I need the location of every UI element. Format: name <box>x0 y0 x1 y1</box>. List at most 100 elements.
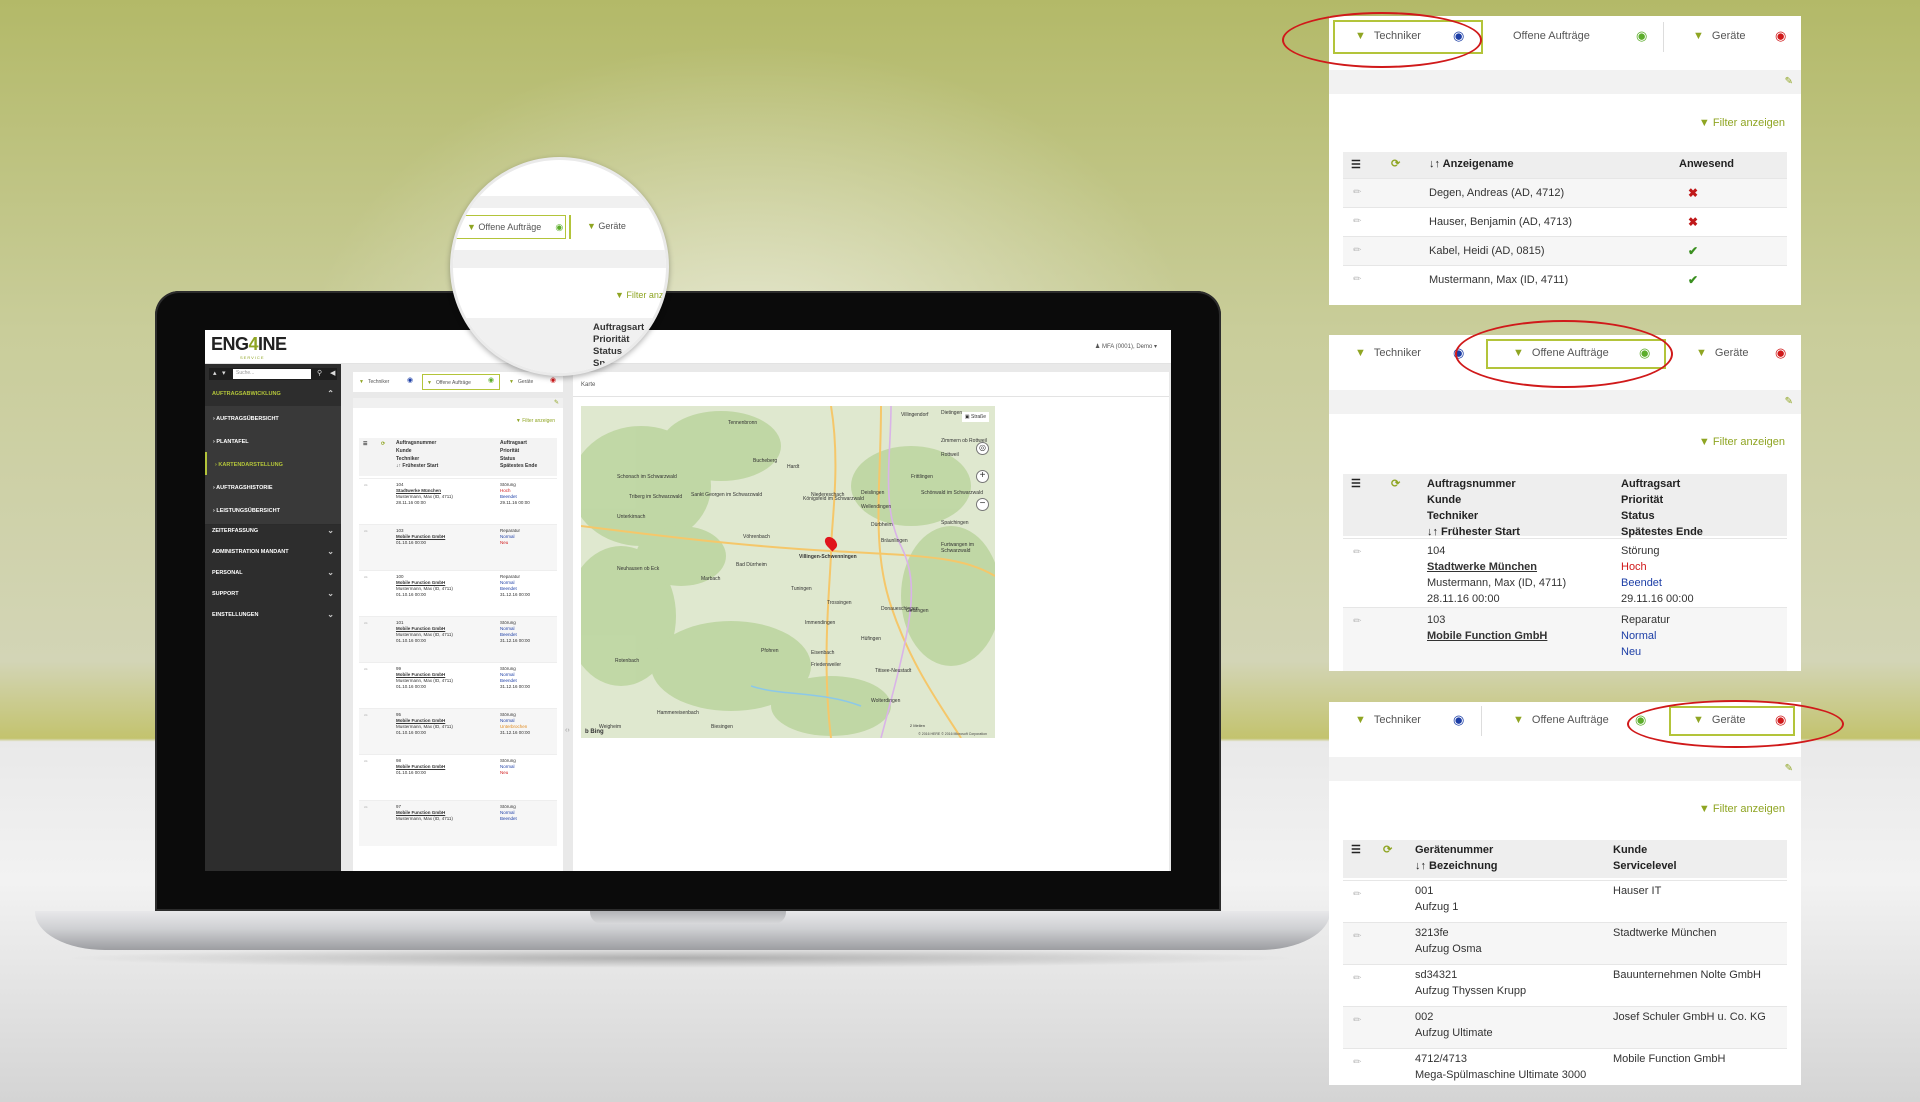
pin-icon[interactable]: ✏ <box>364 759 368 765</box>
zoom-out-icon[interactable]: − <box>976 498 989 511</box>
pin-icon[interactable]: ✎ <box>1785 396 1793 407</box>
user-menu[interactable]: ♟ MFA (0001), Demo ▾ <box>1095 343 1157 350</box>
resize-handle-icon[interactable]: ‹› <box>565 727 570 734</box>
pin-icon[interactable]: ✏ <box>1353 1055 1361 1071</box>
filter-toggle[interactable]: ▼ Filter anzeigen <box>516 418 555 424</box>
pin-icon[interactable]: ✏ <box>364 621 368 627</box>
map-place-label: Niedereschach <box>811 492 845 498</box>
customer-link[interactable]: Mobile Function GmbH <box>1427 628 1547 644</box>
pin-icon[interactable]: ✏ <box>1353 274 1361 285</box>
column-group-left[interactable]: Gerätenummer ↓↑ Bezeichnung <box>1415 842 1498 874</box>
refresh-icon[interactable]: ⟳ <box>1391 476 1400 492</box>
pin-icon[interactable]: ✏ <box>364 805 368 811</box>
magnifier-bar <box>453 250 666 268</box>
list-icon[interactable]: ☰ <box>1351 158 1361 171</box>
sidebar-item-einstellungen[interactable]: Einstellungen ⌄ <box>205 603 341 628</box>
table-row[interactable]: ✏ 103 Mobile Function GmbH 01.10.16 00:00 Re… <box>359 524 557 570</box>
col-header-present[interactable]: Anwesend <box>1679 158 1734 170</box>
table-row[interactable]: ✏ 99 Mobile Function GmbH Mustermann, Max (… <box>359 662 557 708</box>
pin-icon[interactable]: ✏ <box>1353 216 1361 227</box>
table-row[interactable]: ✏ Degen, Andreas (AD, 4712) ✖ <box>1343 178 1787 207</box>
pin-icon[interactable]: ✏ <box>1353 887 1361 903</box>
col-header: ↓↑ Bezeichnung <box>1415 860 1498 872</box>
pin-icon[interactable]: ✏ <box>1353 187 1361 198</box>
col-header: Spätestes Ende <box>500 463 538 470</box>
list-icon[interactable]: ☰ <box>1351 842 1361 858</box>
eye-icon[interactable]: ◉ <box>1453 712 1464 728</box>
pin-icon[interactable]: ✏ <box>1353 929 1361 945</box>
filter-toggle[interactable]: ▼ Filter anzeigen <box>1699 117 1785 129</box>
pin-icon[interactable]: ✎ <box>554 399 559 406</box>
bing-logo: b Bing <box>585 729 604 735</box>
pin-icon[interactable]: ✏ <box>364 667 368 673</box>
tab-geraete[interactable]: ▼ Geräte <box>1693 30 1746 42</box>
tab-techniker[interactable]: ▼ Techniker <box>1355 347 1421 359</box>
zoom-in-icon[interactable]: + <box>976 470 989 483</box>
refresh-icon[interactable]: ⟳ <box>1391 157 1400 170</box>
filter-toggle[interactable]: ▼ Filter anzeigen <box>1699 803 1785 815</box>
eye-icon[interactable]: ◉ <box>488 376 494 384</box>
pin-icon[interactable]: ✏ <box>1353 971 1361 987</box>
eye-icon[interactable]: ◉ <box>550 376 556 384</box>
table-row[interactable]: ✏ Hauser, Benjamin (AD, 4713) ✖ <box>1343 207 1787 236</box>
table-row[interactable]: ✏ Mustermann, Max (ID, 4711) ✔ <box>1343 265 1787 294</box>
pin-icon[interactable]: ✎ <box>1785 763 1793 774</box>
filter-toggle[interactable]: ▼ Filter anzeigen <box>1699 436 1785 448</box>
list-icon[interactable]: ☰ <box>363 441 367 449</box>
customer-link[interactable]: Stadtwerke München <box>1427 559 1566 575</box>
col-header-name[interactable]: ↓↑ Anzeigename <box>1429 158 1514 170</box>
tab-offene-auftraege[interactable]: ▼ Offene Aufträge <box>1513 714 1609 726</box>
table-row[interactable]: ✏ 104 Stadtwerke München Mustermann, Max (… <box>1343 538 1787 606</box>
sidebar-section-auftragsabwicklung[interactable]: Auftragsabwicklung ⌃ <box>205 382 341 407</box>
table-row[interactable]: ✏ 3213fe Aufzug Osma Stadtwerke München <box>1343 922 1787 964</box>
collapse-up-icon[interactable]: ▴ <box>213 369 217 377</box>
table-row[interactable]: ✏ 002 Aufzug Ultimate Josef Schuler GmbH u.… <box>1343 1006 1787 1048</box>
eye-icon[interactable]: ◉ <box>1775 345 1786 361</box>
tab-techniker[interactable]: ▼ Techniker <box>1355 714 1421 726</box>
pin-icon[interactable]: ✎ <box>1785 76 1793 87</box>
table-row[interactable]: ✏ 104 Stadtwerke München Mustermann, Max (I… <box>359 478 557 524</box>
pin-icon[interactable]: ✏ <box>1353 245 1361 256</box>
table-row[interactable]: ✏ 100 Mobile Function GmbH Mustermann, Max … <box>359 570 557 616</box>
table-row[interactable]: ✏ 103 Mobile Function GmbH Reparatur Norma… <box>1343 607 1787 671</box>
table-row[interactable]: ✏ 97 Mobile Function GmbH Mustermann, Max (… <box>359 800 557 846</box>
table-row[interactable]: ✏ 4712/4713 Mega-Spülmaschine Ultimate 300… <box>1343 1048 1787 1085</box>
column-group-right[interactable]: Auftragsart Priorität Status Spätestes Ende <box>1621 476 1703 540</box>
table-row[interactable]: ✏ 98 Mobile Function GmbH 01.10.16 00:00 Stö… <box>359 754 557 800</box>
collapse-down-icon[interactable]: ▾ <box>222 369 226 377</box>
tab-techniker[interactable]: ▼ Techniker <box>355 374 393 390</box>
map-canvas[interactable]: Tennenbronn Bucheberg Hardt Villingendorf Di… <box>581 406 995 738</box>
logo-subtitle: SERVICE <box>240 355 265 360</box>
table-row[interactable]: ✏ Kabel, Heidi (AD, 0815) ✔ <box>1343 236 1787 265</box>
pin-icon[interactable]: ✏ <box>364 575 368 581</box>
tab-geraete[interactable]: ▼ Geräte <box>505 374 537 390</box>
column-group-left[interactable]: Auftragsnummer Kunde Techniker ↓↑ Frühester… <box>396 440 438 471</box>
pin-icon[interactable]: ✏ <box>1353 545 1361 561</box>
table-row[interactable]: ✏ 95 Mobile Function GmbH Mustermann, Max (… <box>359 708 557 754</box>
pin-icon[interactable]: ✏ <box>1353 1013 1361 1029</box>
column-group-right[interactable]: Auftragsart Priorität Status Spätestes Ende <box>500 440 537 471</box>
table-row[interactable]: ✏ sd34321 Aufzug Thyssen Krupp Bauunternehm… <box>1343 964 1787 1006</box>
table-row[interactable]: ✏ 001 Aufzug 1 Hauser IT <box>1343 880 1787 922</box>
table-row[interactable]: ✏ 101 Mobile Function GmbH Mustermann, Max … <box>359 616 557 662</box>
sidebar-search: ▴ ▾ Suche... ⚲ ◀ <box>209 368 337 380</box>
locate-icon[interactable]: ◎ <box>976 442 989 455</box>
pin-icon[interactable]: ✏ <box>364 483 368 489</box>
pin-icon[interactable]: ✏ <box>1353 614 1361 630</box>
eye-icon[interactable]: ◉ <box>1636 28 1647 44</box>
sidebar-toggle-icon[interactable]: ◀ <box>330 369 335 377</box>
tab-geraete[interactable]: ▼ Geräte <box>1696 347 1749 359</box>
column-group-left[interactable]: Auftragsnummer Kunde Techniker ↓↑ Frühester… <box>1427 476 1520 540</box>
pin-icon[interactable]: ✏ <box>364 713 368 719</box>
refresh-icon[interactable]: ⟳ <box>1383 842 1392 858</box>
list-icon[interactable]: ☰ <box>1351 476 1361 492</box>
eye-icon[interactable]: ◉ <box>1775 28 1786 44</box>
refresh-icon[interactable]: ⟳ <box>381 441 385 449</box>
eye-icon[interactable]: ◉ <box>407 376 413 384</box>
search-icon[interactable]: ⚲ <box>317 369 322 377</box>
search-input[interactable]: Suche... <box>233 369 311 379</box>
map-layer-toggle[interactable]: ▣ Straße <box>961 412 989 422</box>
pin-icon[interactable]: ✏ <box>364 529 368 535</box>
column-group-right[interactable]: Kunde Servicelevel <box>1613 842 1677 874</box>
tab-offene-auftraege[interactable]: Offene Aufträge <box>1513 30 1590 42</box>
